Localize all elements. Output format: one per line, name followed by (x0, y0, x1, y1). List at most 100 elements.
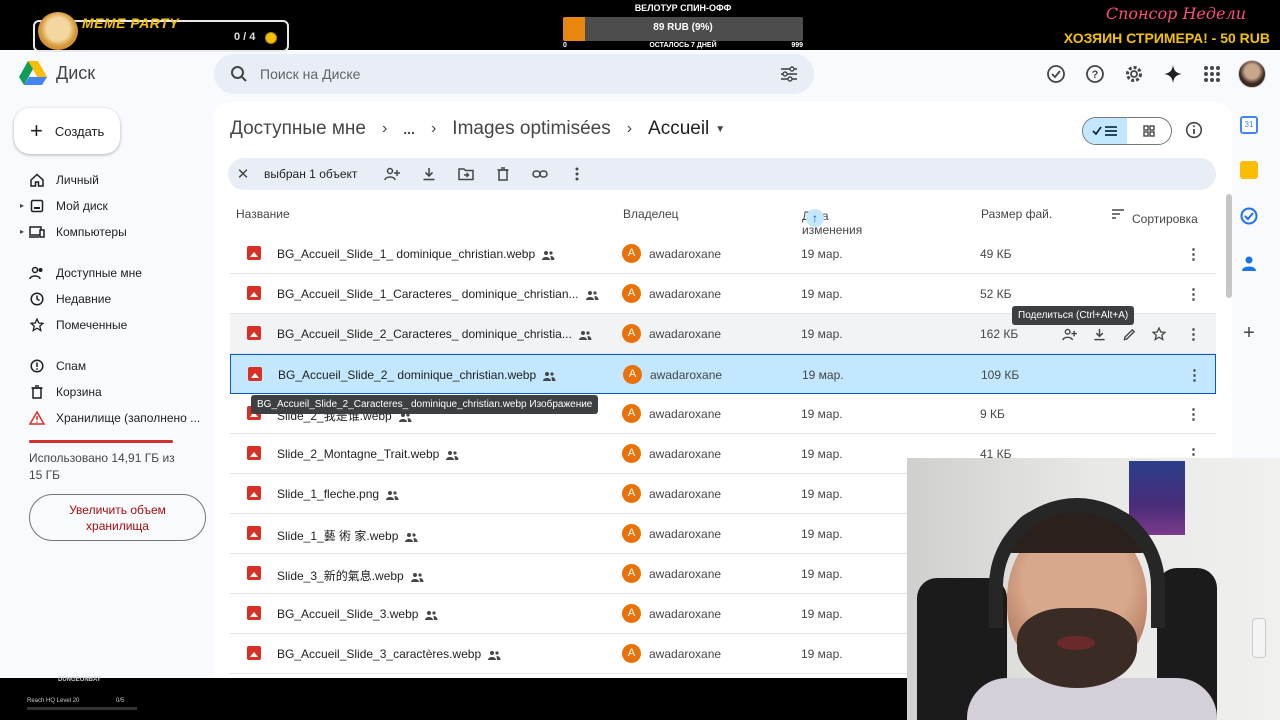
file-row-selected[interactable]: BG_Accueil_Slide_2_ dominique_christian.… (230, 354, 1216, 394)
expand-caret-icon[interactable]: ▸ (20, 201, 24, 210)
create-button[interactable]: + Создать (14, 108, 120, 154)
chevron-down-icon[interactable]: ▼ (715, 124, 725, 135)
more-vert-icon[interactable] (558, 158, 595, 190)
expand-caret-icon[interactable]: ▸ (20, 227, 24, 236)
shared-people-icon (425, 610, 438, 620)
sidebar-item-shared[interactable]: Доступные мне (20, 260, 210, 286)
share-person-add-icon[interactable] (373, 158, 410, 190)
download-icon[interactable] (410, 158, 447, 190)
add-addon-icon[interactable]: + (1240, 323, 1258, 343)
help-icon[interactable]: ? (1082, 61, 1108, 87)
more-vert-icon[interactable]: ⋮ (1187, 366, 1202, 384)
sidebar-item-recent[interactable]: Недавние (20, 286, 210, 312)
owner-avatar: A (622, 324, 641, 343)
file-row[interactable]: BG_Accueil_Slide_1_ dominique_christian.… (230, 234, 1216, 274)
computer-icon (29, 224, 45, 240)
file-name: BG_Accueil_Slide_2_ dominique_christian.… (278, 368, 556, 382)
sort-menu[interactable]: Сортировка (1112, 207, 1198, 226)
donation-goal-title: ВЕЛОТУР СПИН-ОФФ (634, 3, 732, 13)
copy-link-icon[interactable] (521, 158, 558, 190)
owner-name: awadaroxane (649, 407, 722, 421)
image-file-icon (247, 326, 261, 340)
info-icon[interactable] (1185, 121, 1203, 139)
shared-people-icon (386, 490, 399, 500)
sidebar-item-personal[interactable]: Личный (20, 167, 210, 193)
more-vert-icon[interactable]: ⋮ (1186, 325, 1201, 343)
grid-view-button[interactable] (1127, 118, 1171, 144)
coin-icon (265, 32, 277, 44)
sidebar-item-spam[interactable]: Спам (20, 353, 210, 379)
owner-name: awadaroxane (649, 567, 722, 581)
breadcrumb-current-folder[interactable]: Accueil (648, 118, 709, 140)
owner-avatar: A (623, 365, 642, 384)
breadcrumb-images-optimisees[interactable]: Images optimisées (452, 118, 610, 140)
sidebar-item-computers[interactable]: ▸ Компьютеры (20, 219, 210, 245)
chevron-right-icon: › (626, 120, 633, 137)
search-icon (231, 66, 247, 82)
gemini-sparkle-icon[interactable] (1160, 61, 1186, 87)
image-file-icon (247, 446, 261, 460)
shared-icon (29, 265, 45, 281)
share-person-add-icon[interactable] (1060, 325, 1078, 343)
shared-people-icon (542, 250, 555, 260)
sidebar-item-storage[interactable]: Хранилище (заполнено ... (20, 405, 210, 431)
apps-grid-icon[interactable] (1199, 61, 1225, 87)
owner-avatar: A (622, 564, 641, 583)
game-logo: DUNGEONBAY (58, 677, 101, 683)
owner-name: awadaroxane (649, 247, 722, 261)
search-bar[interactable]: Поиск на Диске (214, 54, 814, 94)
more-vert-icon[interactable]: ⋮ (1186, 285, 1201, 303)
image-file-icon (247, 246, 261, 260)
quest-text: Reach HQ Level 20 (27, 698, 80, 704)
column-name[interactable]: Название (236, 207, 290, 221)
file-name: BG_Accueil_Slide_1_Caracteres_ dominique… (277, 287, 599, 301)
shared-people-icon (543, 371, 556, 381)
webcam-feed (907, 458, 1280, 720)
calendar-icon[interactable]: 31 (1240, 116, 1258, 134)
filter-options-icon[interactable] (780, 66, 798, 82)
drive-icon (29, 198, 45, 214)
shared-people-icon (405, 532, 418, 542)
breadcrumb-shared[interactable]: Доступные мне (230, 118, 366, 140)
owner-name: awadaroxane (649, 647, 722, 661)
drive-topbar: Диск Поиск на Диске ? (0, 50, 1280, 100)
sidebar-item-my-drive[interactable]: ▸ Мой диск (20, 193, 210, 219)
sort-ascending-icon[interactable]: ↑ (806, 209, 824, 227)
shared-people-icon (446, 450, 459, 460)
more-vert-icon[interactable]: ⋮ (1186, 405, 1201, 423)
create-label: Создать (54, 123, 105, 139)
more-vert-icon[interactable]: ⋮ (1186, 245, 1201, 263)
search-input[interactable]: Поиск на Диске (260, 66, 360, 82)
modified-date: 19 мар. (801, 487, 843, 501)
owner-name: awadaroxane (649, 287, 722, 301)
scrollbar[interactable] (1226, 194, 1232, 298)
sidebar-item-trash[interactable]: Корзина (20, 379, 210, 405)
tasks-icon[interactable] (1240, 207, 1258, 225)
column-size[interactable]: Размер фай. (981, 207, 1052, 221)
move-to-folder-icon[interactable] (447, 158, 484, 190)
svg-text:?: ? (1092, 69, 1099, 81)
breadcrumb-ellipsis[interactable]: ... (403, 121, 415, 137)
column-owner[interactable]: Владелец (623, 207, 679, 221)
grid-view-icon (1143, 125, 1155, 137)
star-icon[interactable] (1150, 325, 1168, 343)
upgrade-storage-button[interactable]: Увеличить объем хранилища (29, 494, 206, 541)
offline-ready-icon[interactable] (1043, 61, 1069, 87)
trash-icon[interactable] (484, 158, 521, 190)
rename-pencil-icon[interactable] (1120, 325, 1138, 343)
settings-gear-icon[interactable] (1121, 61, 1147, 87)
account-avatar[interactable] (1238, 60, 1266, 88)
sidebar-item-starred[interactable]: Помеченные (20, 312, 210, 338)
drive-logo[interactable]: Диск (18, 59, 95, 87)
meme-party-title: MEME PARTY (82, 15, 180, 31)
contacts-icon[interactable] (1240, 254, 1258, 272)
webcam-person-mouth (1057, 636, 1095, 650)
row-quick-actions (1060, 325, 1168, 343)
file-name: BG_Accueil_Slide_3.webp (277, 607, 438, 621)
keep-icon[interactable] (1240, 161, 1258, 179)
download-icon[interactable] (1090, 325, 1108, 343)
file-size: 9 КБ (980, 407, 1005, 421)
close-selection-icon[interactable]: ✕ (228, 165, 258, 183)
list-view-button[interactable] (1083, 118, 1127, 144)
storage-usage-bar (29, 440, 173, 443)
